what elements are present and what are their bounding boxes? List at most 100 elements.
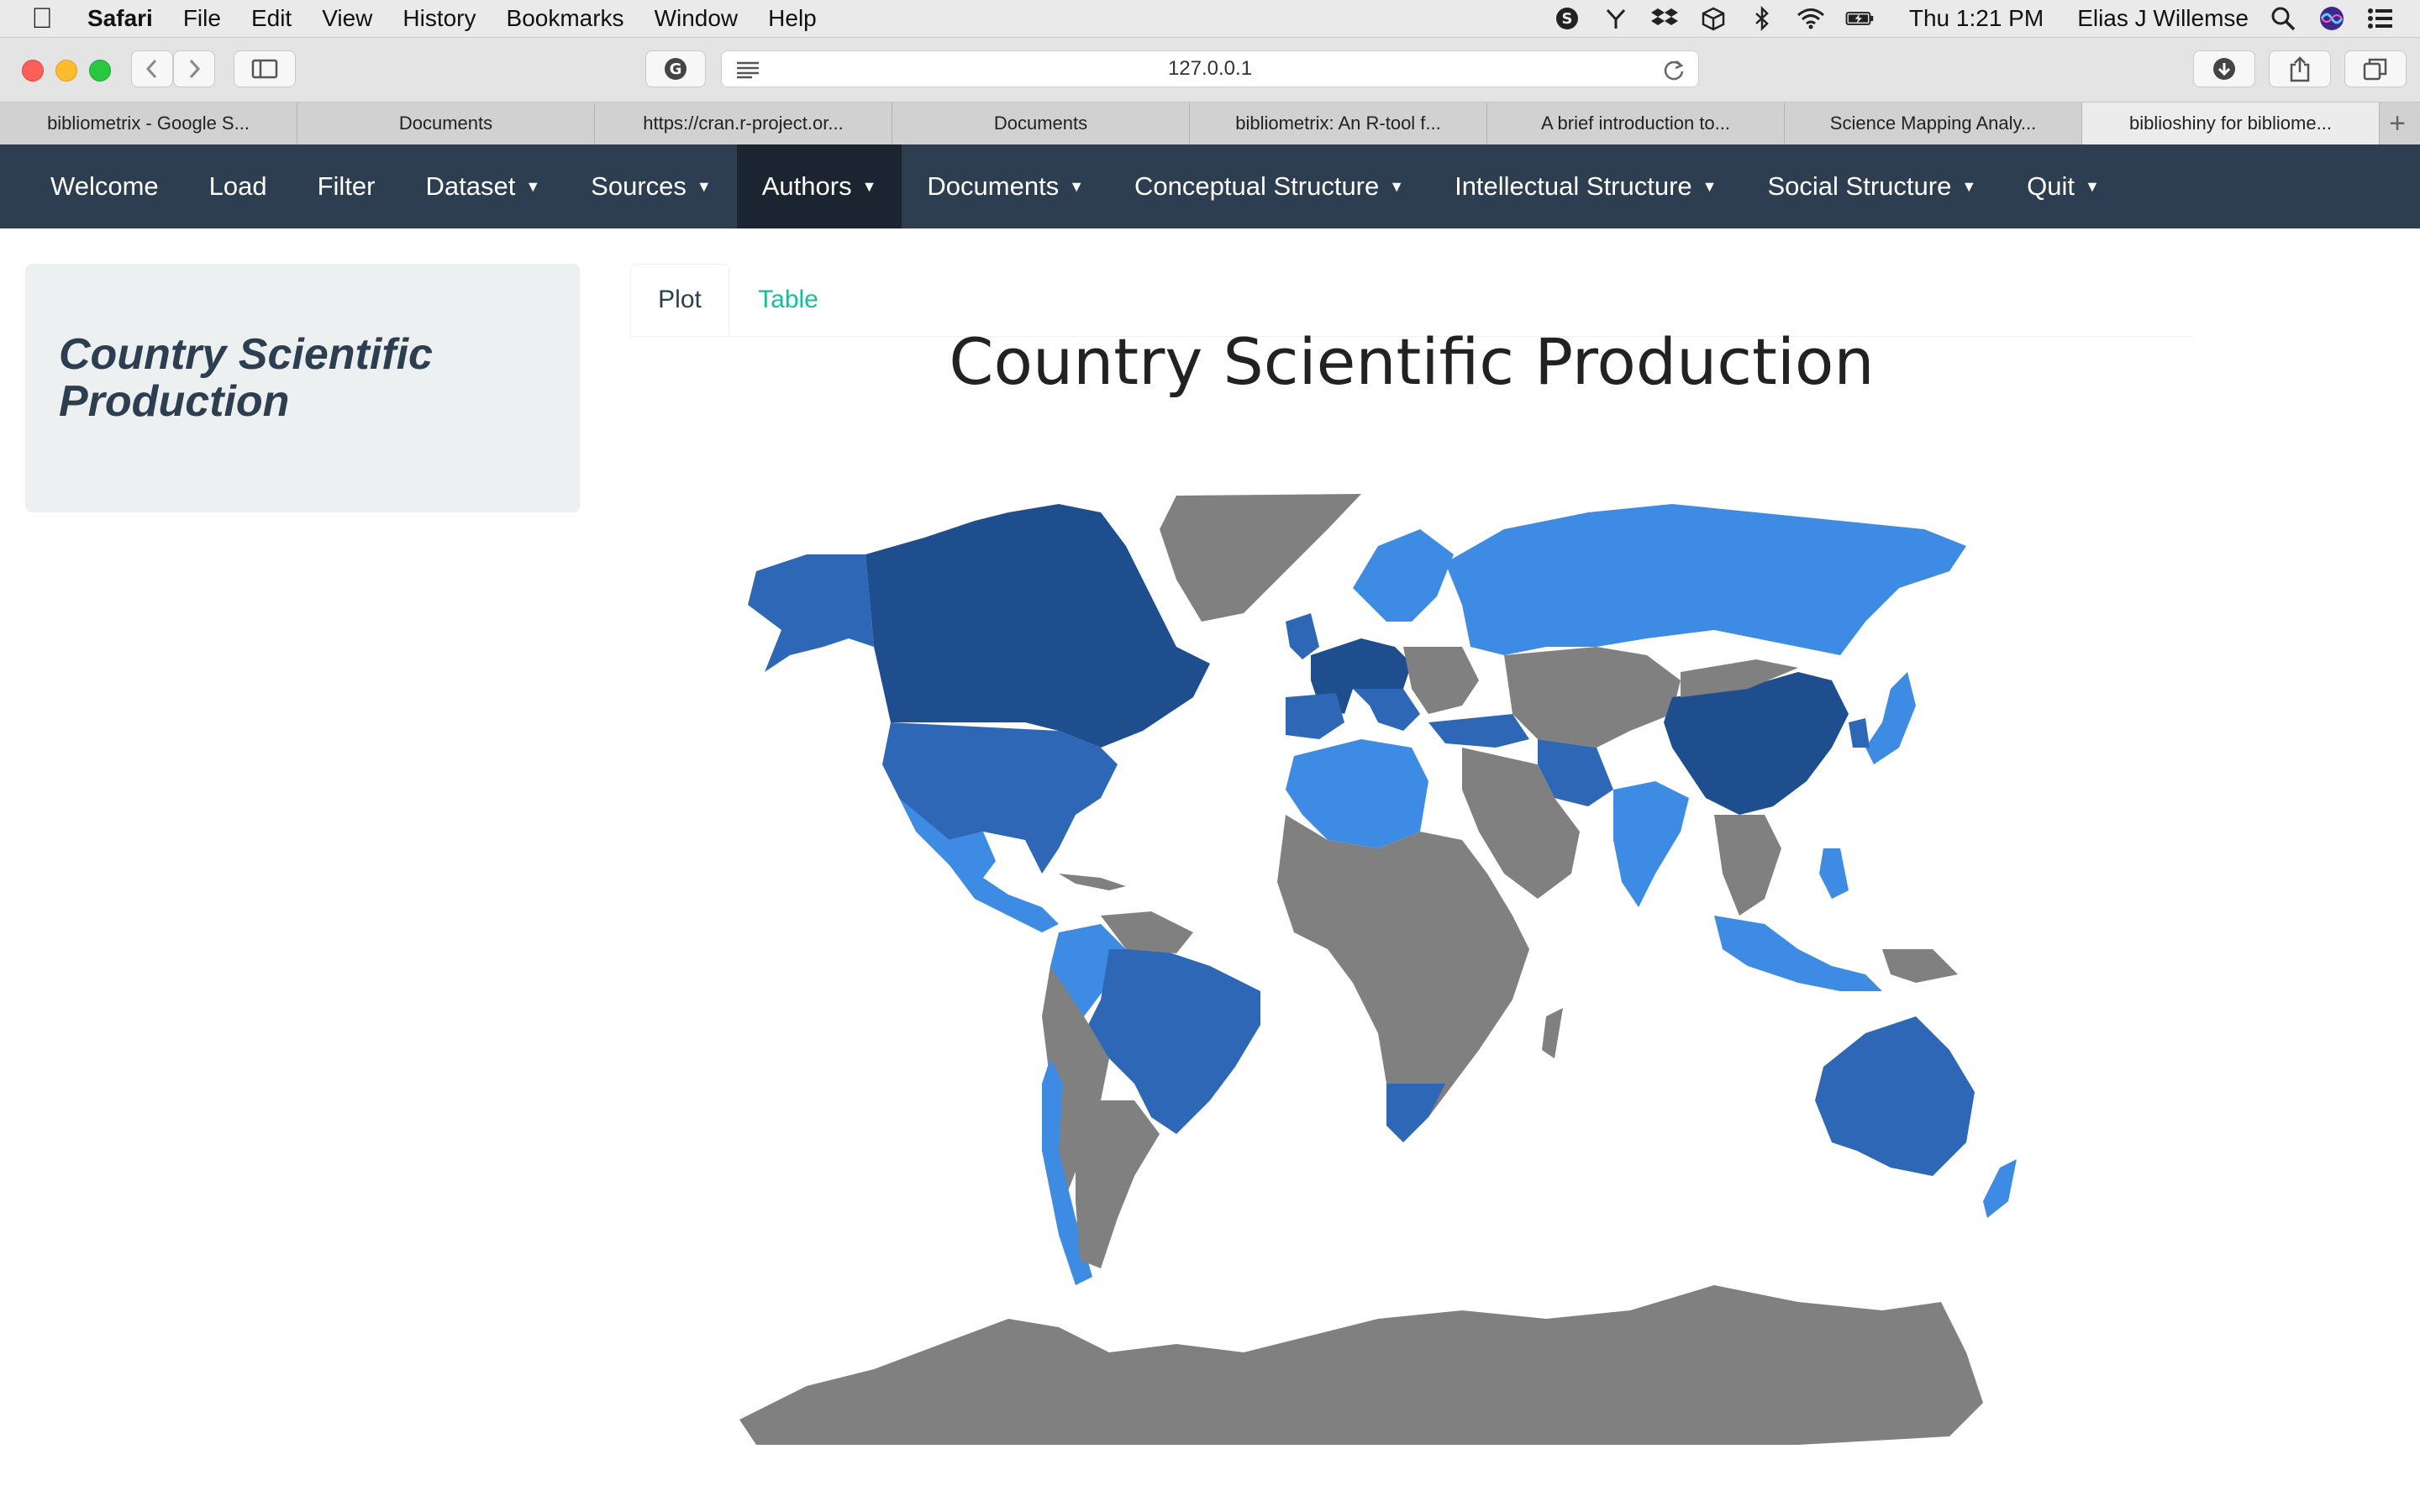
india-region[interactable] — [1613, 781, 1689, 907]
downloads-button[interactable] — [2193, 50, 2255, 87]
address-bar[interactable]: 127.0.0.1 — [721, 50, 1699, 87]
nav-label: Authors — [761, 171, 852, 201]
box-icon[interactable] — [1699, 4, 1728, 33]
caribbean-region — [1059, 874, 1126, 890]
canada-region[interactable] — [865, 504, 1210, 748]
greenland-region — [1160, 494, 1361, 622]
plot-title: Country Scientific Production — [949, 324, 1875, 399]
caret-down-icon: ▼ — [525, 177, 541, 195]
browser-tab[interactable]: bibliometrix - Google S... — [0, 102, 297, 144]
nav-intellectual-structure-dropdown[interactable]: Intellectual Structure ▼ — [1429, 144, 1742, 228]
sidebar-icon — [251, 59, 278, 79]
nav-label: Filter — [317, 171, 376, 201]
network-tool-icon[interactable] — [1602, 4, 1630, 33]
reload-icon[interactable] — [1663, 59, 1685, 81]
browser-tab[interactable]: A brief introduction to... — [1487, 102, 1785, 144]
nav-conceptual-structure-dropdown[interactable]: Conceptual Structure ▼ — [1109, 144, 1429, 228]
svg-text:G: G — [670, 60, 682, 78]
menubar-user[interactable]: Elias J Willemse — [2077, 5, 2249, 32]
alaska-region[interactable] — [748, 554, 874, 672]
sidebar-toggle-button[interactable] — [234, 50, 296, 87]
italy-balkans-region[interactable] — [1353, 689, 1420, 731]
menu-window[interactable]: Window — [655, 5, 739, 32]
south-africa-region[interactable] — [1386, 1084, 1445, 1142]
share-button[interactable] — [2269, 50, 2331, 87]
nav-load[interactable]: Load — [184, 144, 292, 228]
menu-file[interactable]: File — [183, 5, 221, 32]
world-map[interactable] — [706, 479, 2118, 1453]
menu-edit[interactable]: Edit — [251, 5, 292, 32]
menu-bookmarks[interactable]: Bookmarks — [507, 5, 624, 32]
bluetooth-icon[interactable] — [1748, 4, 1776, 33]
grammarly-extension-button[interactable]: G — [645, 50, 706, 87]
nav-authors-dropdown[interactable]: Authors ▼ — [736, 144, 902, 228]
malaysia-indonesia-region[interactable] — [1714, 916, 1882, 991]
chevron-right-icon — [189, 59, 201, 79]
caret-down-icon: ▼ — [1961, 177, 1977, 195]
eastern-europe-region — [1403, 647, 1479, 714]
japan-region[interactable] — [1865, 672, 1916, 764]
browser-tab[interactable]: Documents — [297, 102, 595, 144]
forward-button[interactable] — [173, 50, 215, 87]
central-asia-region — [1504, 647, 1681, 748]
nav-label: Welcome — [50, 171, 159, 201]
menubar-clock[interactable]: Thu 1:21 PM — [1909, 5, 2044, 32]
nav-label: Quit — [2027, 171, 2075, 201]
new-zealand-region[interactable] — [1983, 1159, 2017, 1218]
iberia-region[interactable] — [1286, 693, 1344, 739]
share-icon — [2290, 56, 2310, 82]
nav-label: Sources — [591, 171, 687, 201]
apple-menu-icon[interactable]:  — [17, 3, 67, 35]
caret-down-icon: ▼ — [1702, 177, 1718, 195]
madagascar-region — [1542, 1008, 1563, 1058]
battery-icon[interactable] — [1845, 4, 1874, 33]
nav-dataset-dropdown[interactable]: Dataset ▼ — [401, 144, 566, 228]
skype-icon[interactable]: S — [1553, 4, 1581, 33]
turkey-region[interactable] — [1428, 714, 1529, 748]
app-navbar: Welcome Load Filter Dataset ▼ Sources ▼ Au… — [0, 144, 2420, 228]
reader-view-icon[interactable] — [735, 60, 760, 79]
dropbox-icon[interactable] — [1650, 4, 1679, 33]
scandinavia-region[interactable] — [1353, 529, 1454, 622]
browser-tab-active[interactable]: biblioshiny for bibliome... — [2082, 102, 2380, 144]
korea-region[interactable] — [1849, 718, 1870, 748]
menu-help[interactable]: Help — [768, 5, 817, 32]
nav-documents-dropdown[interactable]: Documents ▼ — [902, 144, 1109, 228]
spotlight-search-icon[interactable] — [2269, 4, 2297, 33]
nav-filter[interactable]: Filter — [292, 144, 401, 228]
notification-center-icon[interactable] — [2366, 4, 2395, 33]
menu-history[interactable]: History — [402, 5, 476, 32]
russia-region[interactable] — [1445, 504, 1966, 655]
browser-tab[interactable]: Science Mapping Analy... — [1785, 102, 2082, 144]
zoom-window-button[interactable] — [89, 60, 111, 81]
close-window-button[interactable] — [22, 60, 44, 81]
australia-region[interactable] — [1815, 1016, 1975, 1176]
philippines-region[interactable] — [1819, 848, 1849, 899]
caret-down-icon: ▼ — [861, 177, 877, 195]
usa-region[interactable] — [882, 722, 1118, 874]
macos-menu-bar:  Safari File Edit View History Bookmark… — [0, 0, 2420, 38]
menu-view[interactable]: View — [322, 5, 372, 32]
minimize-window-button[interactable] — [55, 60, 77, 81]
tab-overview-button[interactable] — [2344, 50, 2407, 87]
browser-tab[interactable]: https://cran.r-project.or... — [595, 102, 892, 144]
browser-tab[interactable]: Documents — [892, 102, 1190, 144]
grammarly-icon: G — [665, 58, 687, 80]
caret-down-icon: ▼ — [1389, 177, 1405, 195]
browser-tabs-bar: bibliometrix - Google S... Documents htt… — [0, 102, 2420, 145]
uk-region[interactable] — [1286, 613, 1319, 659]
nav-social-structure-dropdown[interactable]: Social Structure ▼ — [1743, 144, 2002, 228]
menu-app-safari[interactable]: Safari — [87, 5, 153, 32]
new-tab-plus-icon[interactable]: + — [2380, 102, 2415, 144]
address-url: 127.0.0.1 — [1167, 57, 1253, 80]
new-guinea-region — [1882, 949, 1958, 983]
nav-welcome[interactable]: Welcome — [0, 144, 184, 228]
nav-quit-dropdown[interactable]: Quit ▼ — [2002, 144, 2125, 228]
safari-toolbar: G 127.0.0.1 — [0, 38, 2420, 102]
wifi-icon[interactable] — [1797, 4, 1825, 33]
nav-sources-dropdown[interactable]: Sources ▼ — [566, 144, 737, 228]
argentina-region — [1076, 1100, 1160, 1268]
siri-icon[interactable] — [2317, 4, 2346, 33]
browser-tab[interactable]: bibliometrix: An R-tool f... — [1190, 102, 1487, 144]
back-button[interactable] — [131, 50, 173, 87]
